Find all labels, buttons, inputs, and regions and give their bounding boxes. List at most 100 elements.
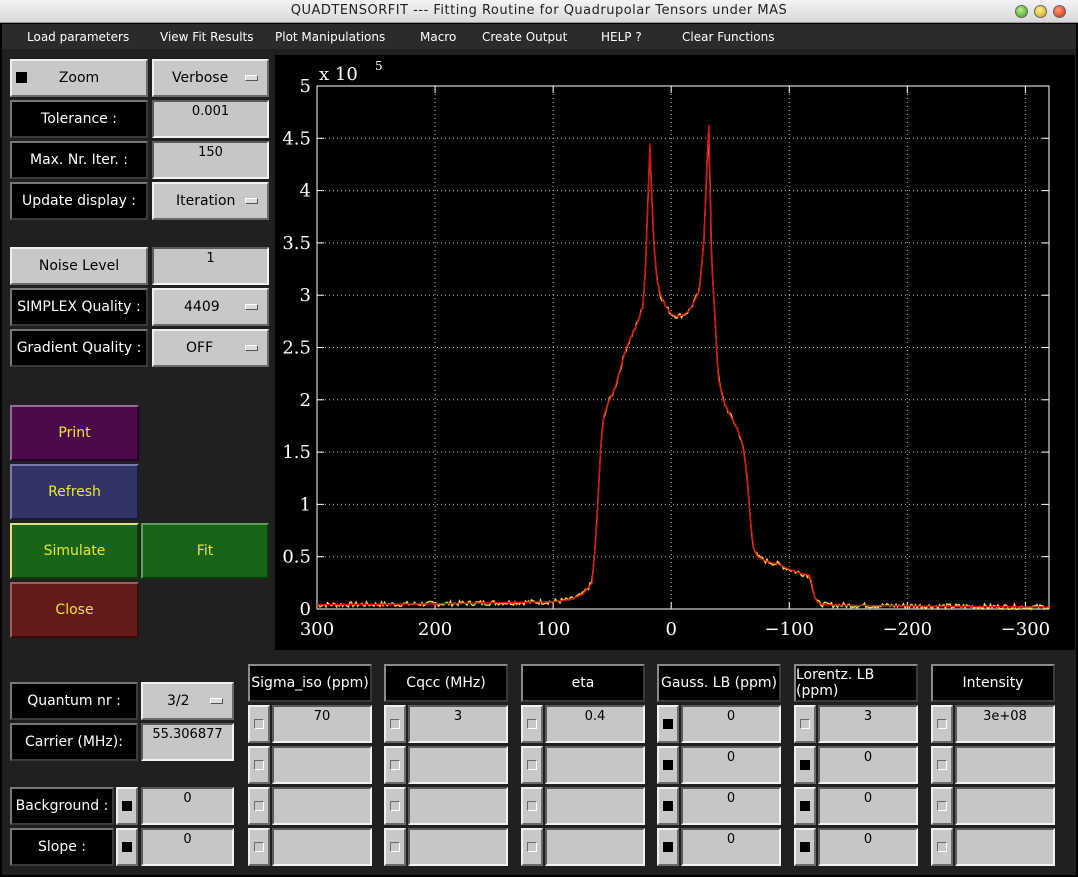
title-bar: QUADTENSORFIT --- Fitting Routine for Qu… <box>0 0 1078 23</box>
gauss-lb-field[interactable]: 0 <box>681 828 781 866</box>
cqcc-fix-toggle[interactable] <box>384 787 406 825</box>
sigma-iso-field[interactable]: 70 <box>272 705 372 743</box>
intensity-fix-toggle[interactable] <box>931 746 953 784</box>
menu-create-output[interactable]: Create Output <box>482 30 567 44</box>
sigma-iso-fix-toggle[interactable] <box>248 787 270 825</box>
lorentz-lb-field[interactable]: 0 <box>818 828 918 866</box>
gauss-lb-field[interactable]: 0 <box>681 787 781 825</box>
background-fix-toggle[interactable] <box>116 787 138 825</box>
menu-view-fit-results[interactable]: View Fit Results <box>160 30 254 44</box>
maximize-button[interactable] <box>1034 5 1047 18</box>
update-display-dropdown[interactable]: Iteration <box>152 182 269 220</box>
gauss-lb-fix-toggle[interactable] <box>657 705 679 743</box>
menu-clear-functions[interactable]: Clear Functions <box>682 30 775 44</box>
sigma-iso-field[interactable] <box>272 746 372 784</box>
intensity-fix-toggle[interactable] <box>931 787 953 825</box>
quantum-nr-dropdown[interactable]: 3/2 <box>141 682 234 720</box>
checkbox-icon <box>527 760 537 770</box>
intensity-field[interactable]: 3e+08 <box>955 705 1055 743</box>
spectrum-plot[interactable]: 300 200 100 0 −100 −200 −300 0 0.5 1 1.5 2 2.5 3 3.5 4 4… <box>275 55 1075 650</box>
gauss-lb-field[interactable]: 0 <box>681 705 781 743</box>
background-field[interactable]: 0 <box>141 787 234 825</box>
intensity-field[interactable] <box>955 828 1055 866</box>
sigma-iso-field[interactable] <box>272 787 372 825</box>
gradient-quality-dropdown[interactable]: OFF <box>152 329 269 367</box>
x-tick-label: 100 <box>536 619 570 640</box>
minimize-button[interactable] <box>1015 5 1028 18</box>
gauss-lb-fix-toggle[interactable] <box>657 746 679 784</box>
tolerance-field[interactable]: 0.001 <box>152 100 269 138</box>
menu-help[interactable]: HELP ? <box>601 30 642 44</box>
y-exponent-label: x 10 <box>319 64 358 85</box>
checkbox-icon <box>527 801 537 811</box>
lorentz-lb-fix-toggle[interactable] <box>794 787 816 825</box>
lorentz-lb-field[interactable]: 3 <box>818 705 918 743</box>
lorentz-lb-field[interactable]: 0 <box>818 746 918 784</box>
print-button[interactable]: Print <box>10 405 139 461</box>
close-button[interactable]: Close <box>10 582 139 638</box>
dropdown-arrow-icon <box>245 75 258 81</box>
eta-field[interactable] <box>545 746 645 784</box>
lorentz-lb-fix-toggle[interactable] <box>794 828 816 866</box>
slope-fix-toggle[interactable] <box>116 828 138 866</box>
simplex-quality-dropdown[interactable]: 4409 <box>152 288 269 326</box>
checkbox-icon <box>390 760 400 770</box>
column-header-cqcc: Cqcc (MHz) <box>384 664 508 702</box>
max-iter-label: Max. Nr. Iter. : <box>10 141 148 179</box>
carrier-label: Carrier (MHz): <box>10 723 138 761</box>
column-header-gauss-lb: Gauss. LB (ppm) <box>657 664 781 702</box>
gauss-lb-fix-toggle[interactable] <box>657 828 679 866</box>
intensity-field[interactable] <box>955 746 1055 784</box>
intensity-fix-toggle[interactable] <box>931 705 953 743</box>
intensity-field[interactable] <box>955 787 1055 825</box>
menu-load-parameters[interactable]: Load parameters <box>27 30 129 44</box>
verbose-dropdown[interactable]: Verbose <box>152 59 269 97</box>
cqcc-field[interactable] <box>408 787 508 825</box>
cqcc-fix-toggle[interactable] <box>384 705 406 743</box>
checkbox-icon <box>937 842 947 852</box>
noise-level-button[interactable]: Noise Level <box>10 247 148 285</box>
lorentz-lb-fix-toggle[interactable] <box>794 746 816 784</box>
checkbox-icon <box>254 760 264 770</box>
carrier-field[interactable]: 55.306877 <box>141 723 234 761</box>
simulate-button[interactable]: Simulate <box>10 523 139 579</box>
eta-field[interactable] <box>545 787 645 825</box>
eta-fix-toggle[interactable] <box>521 746 543 784</box>
sigma-iso-fix-toggle[interactable] <box>248 705 270 743</box>
x-tick-label: 300 <box>300 619 334 640</box>
slope-field[interactable]: 0 <box>141 828 234 866</box>
menu-plot-manipulations[interactable]: Plot Manipulations <box>275 30 385 44</box>
checkbox-icon <box>937 719 947 729</box>
menu-macro[interactable]: Macro <box>420 30 456 44</box>
lorentz-lb-fix-toggle[interactable] <box>794 705 816 743</box>
cqcc-fix-toggle[interactable] <box>384 746 406 784</box>
sigma-iso-fix-toggle[interactable] <box>248 828 270 866</box>
max-iter-field[interactable]: 150 <box>152 141 269 179</box>
eta-fix-toggle[interactable] <box>521 828 543 866</box>
y-tick-label: 1.5 <box>282 442 311 463</box>
sigma-iso-fix-toggle[interactable] <box>248 746 270 784</box>
verbose-label: Verbose <box>172 70 229 86</box>
sigma-iso-field[interactable] <box>272 828 372 866</box>
intensity-fix-toggle[interactable] <box>931 828 953 866</box>
cqcc-field[interactable] <box>408 746 508 784</box>
noise-level-field[interactable]: 1 <box>152 247 269 285</box>
eta-fix-toggle[interactable] <box>521 705 543 743</box>
refresh-button[interactable]: Refresh <box>10 464 139 520</box>
gauss-lb-field[interactable]: 0 <box>681 746 781 784</box>
zoom-toggle[interactable]: Zoom <box>10 59 148 97</box>
x-tick-label: −200 <box>883 619 932 640</box>
eta-field[interactable]: 0.4 <box>545 705 645 743</box>
cqcc-field[interactable] <box>408 828 508 866</box>
cqcc-fix-toggle[interactable] <box>384 828 406 866</box>
checkbox-icon <box>390 842 400 852</box>
lorentz-lb-field[interactable]: 0 <box>818 787 918 825</box>
background-label: Background : <box>10 787 114 825</box>
close-window-button[interactable] <box>1053 5 1066 18</box>
eta-field[interactable] <box>545 828 645 866</box>
fit-button[interactable]: Fit <box>141 523 269 579</box>
cqcc-field[interactable]: 3 <box>408 705 508 743</box>
eta-fix-toggle[interactable] <box>521 787 543 825</box>
checkbox-icon <box>800 760 810 770</box>
gauss-lb-fix-toggle[interactable] <box>657 787 679 825</box>
